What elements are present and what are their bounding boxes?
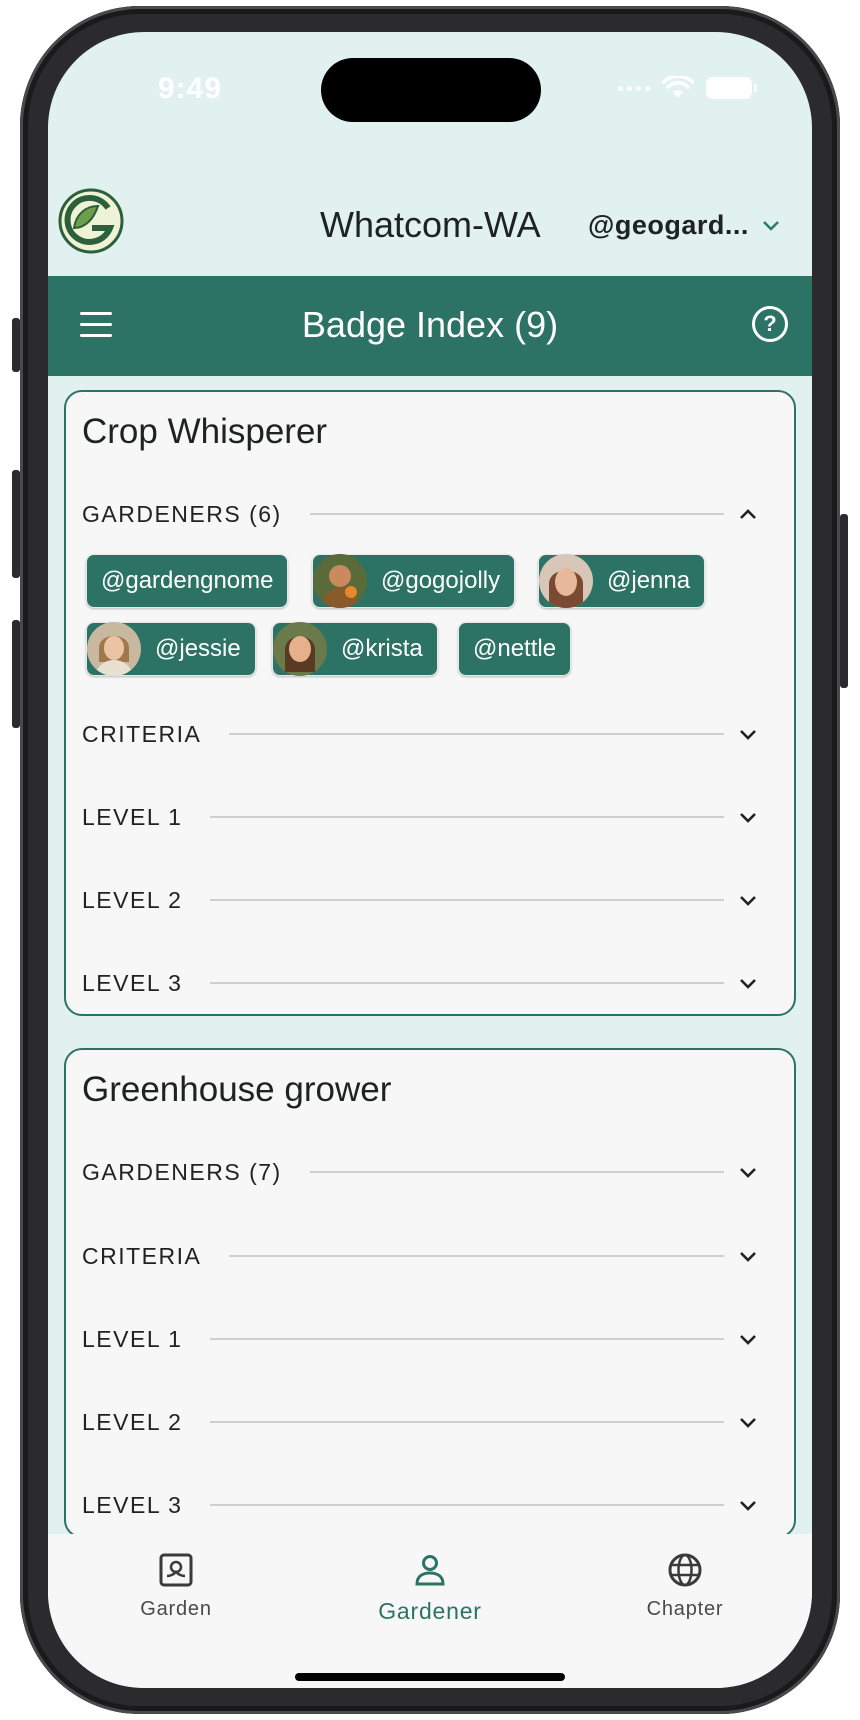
app-header: Whatcom-WA @geogard... bbox=[48, 152, 812, 276]
app-screen: 9:49 Whatcom-WA @geogard... Badge Index … bbox=[48, 32, 812, 1688]
nav-item-gardener[interactable]: Gardener bbox=[330, 1550, 530, 1625]
person-icon bbox=[415, 1555, 445, 1586]
divider bbox=[309, 1171, 724, 1173]
divider bbox=[210, 899, 724, 901]
divider bbox=[210, 1421, 724, 1423]
section-level-2[interactable]: LEVEL 2 bbox=[82, 1402, 782, 1442]
avatar bbox=[313, 554, 367, 608]
section-level-2[interactable]: LEVEL 2 bbox=[82, 880, 782, 920]
section-level-3[interactable]: LEVEL 3 bbox=[82, 963, 782, 1003]
section-level-3[interactable]: LEVEL 3 bbox=[82, 1485, 782, 1525]
section-label: LEVEL 1 bbox=[82, 1325, 183, 1352]
section-label: LEVEL 1 bbox=[82, 803, 183, 830]
section-label: LEVEL 2 bbox=[82, 886, 183, 913]
garden-icon bbox=[159, 1553, 193, 1587]
gardener-handle: @nettle bbox=[473, 635, 557, 662]
side-button bbox=[840, 514, 848, 688]
section-label: LEVEL 2 bbox=[82, 1408, 183, 1435]
chapter-title: Whatcom-WA bbox=[320, 204, 541, 245]
section-label: CRITERIA bbox=[82, 720, 202, 747]
section-level-1[interactable]: LEVEL 1 bbox=[82, 797, 782, 837]
badge-card: Greenhouse grower GARDENERS (7) CRITERIA… bbox=[64, 1048, 796, 1538]
gardener-chip[interactable]: @gogojolly bbox=[312, 554, 516, 608]
divider bbox=[210, 1338, 724, 1340]
avatar bbox=[87, 622, 141, 676]
gardener-chip[interactable]: @nettle bbox=[458, 622, 572, 676]
gardener-chip[interactable]: @gardengnome bbox=[86, 554, 289, 608]
nav-label: Gardener bbox=[378, 1598, 482, 1624]
chevron-up-icon bbox=[740, 509, 756, 519]
gardener-handle: @gogojolly bbox=[381, 567, 501, 594]
side-button bbox=[12, 470, 20, 578]
bottom-nav: Garden Gardener Chapter bbox=[48, 1534, 812, 1688]
divider bbox=[210, 982, 724, 984]
side-button bbox=[12, 620, 20, 728]
section-label: CRITERIA bbox=[82, 1242, 202, 1269]
home-indicator[interactable] bbox=[295, 1673, 565, 1681]
chevron-down-icon bbox=[740, 1418, 756, 1428]
badge-title: Crop Whisperer bbox=[82, 412, 328, 451]
gardener-handle: @gardengnome bbox=[101, 567, 274, 594]
status-bar: 9:49 bbox=[48, 32, 812, 152]
badge-card: Crop Whisperer GARDENERS (6) @gardengnom… bbox=[64, 390, 796, 1016]
divider bbox=[210, 1504, 724, 1506]
section-gardeners[interactable]: GARDENERS (6) bbox=[82, 494, 782, 534]
section-criteria[interactable]: CRITERIA bbox=[82, 1236, 782, 1276]
battery-icon bbox=[706, 77, 757, 99]
chevron-down-icon bbox=[762, 220, 779, 231]
divider bbox=[229, 733, 724, 735]
divider bbox=[229, 1255, 724, 1257]
section-label: LEVEL 3 bbox=[82, 969, 183, 996]
gardener-handle: @krista bbox=[341, 635, 423, 662]
chevron-down-icon bbox=[740, 1168, 756, 1178]
app-logo-icon[interactable] bbox=[58, 188, 124, 254]
section-gardeners[interactable]: GARDENERS (7) bbox=[82, 1152, 782, 1192]
nav-label: Chapter bbox=[646, 1598, 724, 1620]
username-label: @geogard... bbox=[588, 210, 749, 240]
page-title: Badge Index (9) bbox=[301, 304, 559, 345]
wifi-icon bbox=[662, 76, 694, 98]
cellular-icon bbox=[618, 85, 650, 91]
help-icon[interactable]: ? bbox=[752, 306, 788, 342]
section-label: GARDENERS (6) bbox=[82, 500, 282, 527]
gardener-chip[interactable]: @krista bbox=[272, 622, 438, 676]
side-button bbox=[12, 318, 20, 372]
gardener-chip[interactable]: @jenna bbox=[538, 554, 706, 608]
nav-label: Garden bbox=[140, 1598, 212, 1620]
chevron-down-icon bbox=[740, 896, 756, 906]
divider bbox=[210, 816, 724, 818]
dynamic-island bbox=[321, 58, 541, 122]
badge-title: Greenhouse grower bbox=[82, 1070, 392, 1109]
chevron-down-icon bbox=[740, 813, 756, 823]
chevron-down-icon bbox=[740, 1252, 756, 1262]
avatar bbox=[539, 554, 593, 608]
gardener-handle: @jenna bbox=[607, 567, 691, 594]
chevron-down-icon bbox=[740, 1501, 756, 1511]
section-label: LEVEL 3 bbox=[82, 1491, 183, 1518]
nav-item-chapter[interactable]: Chapter bbox=[585, 1550, 785, 1621]
gardener-handle: @jessie bbox=[155, 635, 241, 662]
chevron-down-icon bbox=[740, 1335, 756, 1345]
nav-item-garden[interactable]: Garden bbox=[76, 1550, 276, 1621]
chevron-down-icon bbox=[740, 979, 756, 989]
user-menu-dropdown[interactable]: @geogard... bbox=[588, 210, 781, 241]
chevron-down-icon bbox=[740, 730, 756, 740]
status-time: 9:49 bbox=[158, 72, 223, 105]
section-label: GARDENERS (7) bbox=[82, 1158, 282, 1185]
section-level-1[interactable]: LEVEL 1 bbox=[82, 1319, 782, 1359]
title-bar: Badge Index (9) ? bbox=[48, 276, 812, 376]
globe-icon bbox=[668, 1553, 702, 1587]
section-criteria[interactable]: CRITERIA bbox=[82, 714, 782, 754]
status-icons bbox=[618, 76, 757, 100]
avatar bbox=[273, 622, 327, 676]
divider bbox=[309, 513, 724, 515]
gardener-chip[interactable]: @jessie bbox=[86, 622, 256, 676]
